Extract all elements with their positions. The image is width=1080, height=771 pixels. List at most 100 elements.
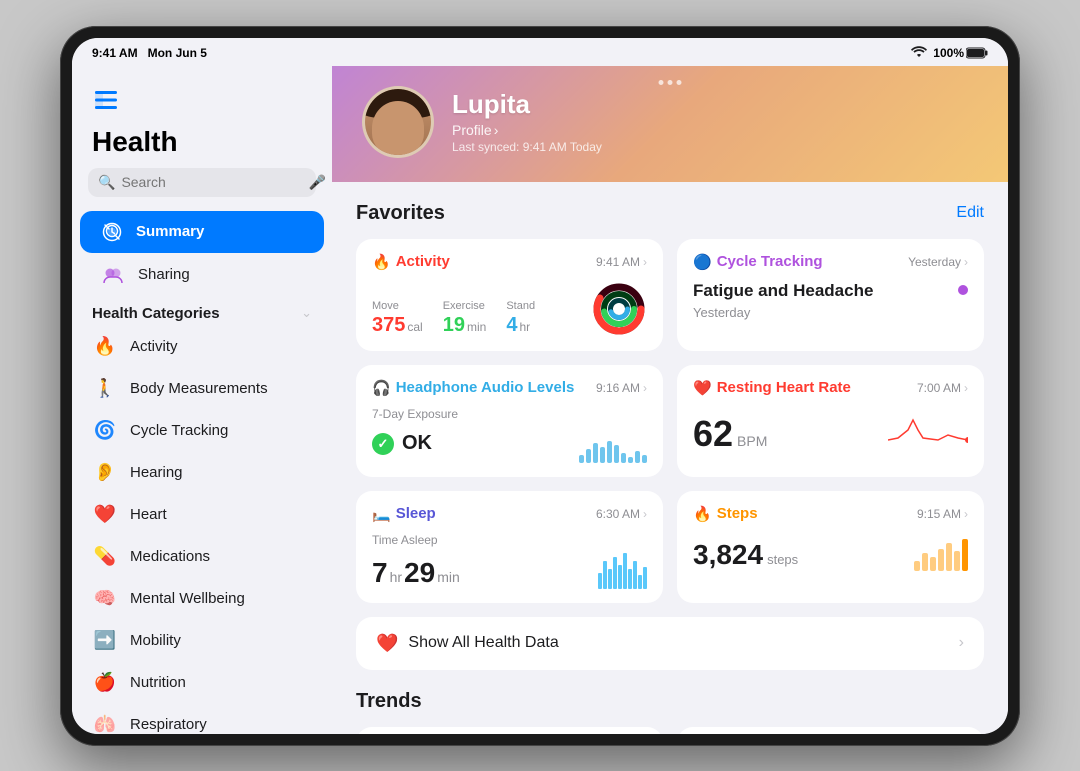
cycle-dot xyxy=(958,285,968,295)
status-time: 9:41 AM xyxy=(92,46,138,60)
trends-heading: Trends xyxy=(356,690,984,713)
sidebar-item-hearing[interactable]: 👂 Hearing xyxy=(72,452,332,494)
bpm-value: 62 xyxy=(693,413,733,455)
heart-icon: ❤️ xyxy=(92,502,118,528)
sleep-bar-10 xyxy=(643,567,647,589)
audio-bar-1 xyxy=(579,455,584,463)
steps-card-header: 🔥 Steps 9:15 AM › xyxy=(693,505,968,523)
heart-rate-icon: ❤️ xyxy=(693,379,712,397)
audio-bar-10 xyxy=(642,455,647,463)
exposure-label: 7-Day Exposure xyxy=(372,407,647,421)
sleep-bars xyxy=(598,553,647,589)
profile-link[interactable]: Profile › xyxy=(452,122,978,138)
move-label: Move xyxy=(372,300,423,312)
exercise-value: 19 xyxy=(443,314,465,337)
audio-bar-9 xyxy=(635,451,640,463)
sidebar-item-mobility[interactable]: ➡️ Mobility xyxy=(72,620,332,662)
sleep-card-icon: 🛏️ xyxy=(372,505,391,523)
steps-bar-4 xyxy=(938,549,944,571)
show-all-heart-icon: ❤️ xyxy=(376,633,398,654)
ok-text: OK xyxy=(402,432,432,455)
steps-card[interactable]: 🔥 Steps 9:15 AM › 3,824 xyxy=(677,491,984,603)
activity-stats: Move 375 cal Exercise xyxy=(372,281,647,337)
audio-status: ✓ OK xyxy=(372,432,432,455)
sidebar-item-medications[interactable]: 💊 Medications xyxy=(72,536,332,578)
trends-section: Trends 🔥 Exercise Minutes › xyxy=(356,690,984,734)
steps-bars xyxy=(914,539,968,571)
activity-card[interactable]: 🔥 Activity 9:41 AM › xyxy=(356,239,663,351)
sleep-bar-3 xyxy=(608,569,612,589)
sidebar-header xyxy=(72,78,332,126)
cycle-symptom: Fatigue and Headache xyxy=(693,281,873,301)
audio-chevron: › xyxy=(643,381,647,395)
hearing-icon: 👂 xyxy=(92,460,118,486)
dot-1 xyxy=(659,80,664,85)
sleep-bar-9 xyxy=(638,575,642,589)
show-all-chevron: › xyxy=(959,634,964,652)
activity-chevron: › xyxy=(643,255,647,269)
search-input[interactable] xyxy=(121,174,302,190)
steps-card-time: 9:15 AM › xyxy=(917,507,968,521)
sharing-label: Sharing xyxy=(138,266,190,283)
edit-button[interactable]: Edit xyxy=(956,204,984,222)
ok-badge: ✓ xyxy=(372,433,394,455)
sidebar-item-body-measurements[interactable]: 🚶 Body Measurements xyxy=(72,368,332,410)
avatar-face-inner xyxy=(372,101,424,155)
sharing-icon xyxy=(100,262,126,288)
cycle-chevron: › xyxy=(964,255,968,269)
app-body: Health 🔍 🎤 Summary xyxy=(72,66,1008,734)
steps-bar-6 xyxy=(954,551,960,571)
medications-icon: 💊 xyxy=(92,544,118,570)
mental-wellbeing-icon: 🧠 xyxy=(92,586,118,612)
sidebar-item-sharing[interactable]: Sharing xyxy=(80,253,324,297)
heart-label: Heart xyxy=(130,506,167,523)
cycle-icon: 🔵 xyxy=(693,253,712,271)
sidebar-item-heart[interactable]: ❤️ Heart xyxy=(72,494,332,536)
sleep-mins: 29 xyxy=(404,557,435,589)
sidebar-item-activity[interactable]: 🔥 Activity xyxy=(72,326,332,368)
sidebar-item-nutrition[interactable]: 🍎 Nutrition xyxy=(72,662,332,704)
search-bar[interactable]: 🔍 🎤 xyxy=(88,168,316,197)
categories-header: Health Categories ⌄ xyxy=(72,297,332,326)
sidebar-toggle-icon[interactable] xyxy=(92,86,120,114)
resting-heart-rate-card[interactable]: ❤️ Resting Heart Rate 7:00 AM › xyxy=(677,365,984,477)
heart-rate-card-time: 7:00 AM › xyxy=(917,381,968,395)
walking-heart-rate-trend[interactable]: ❤️ Walking Heart Rate Average › xyxy=(677,727,984,734)
activity-card-time: 9:41 AM › xyxy=(596,255,647,269)
battery-percent: 100% xyxy=(933,46,964,60)
activity-label: Activity xyxy=(130,338,178,355)
sleep-min-unit: min xyxy=(437,569,460,585)
cycle-card-header: 🔵 Cycle Tracking Yesterday › xyxy=(693,253,968,271)
sleep-bar-4 xyxy=(613,557,617,589)
sleep-bar-5 xyxy=(618,565,622,589)
steps-bar-2 xyxy=(922,553,928,571)
exercise-minutes-trend[interactable]: 🔥 Exercise Minutes › xyxy=(356,727,663,734)
mental-wellbeing-label: Mental Wellbeing xyxy=(130,590,245,607)
sidebar-item-mental-wellbeing[interactable]: 🧠 Mental Wellbeing xyxy=(72,578,332,620)
sidebar-item-cycle-tracking[interactable]: 🌀 Cycle Tracking xyxy=(72,410,332,452)
activity-ring xyxy=(591,281,647,337)
dot-3 xyxy=(677,80,682,85)
stat-group: Move 375 cal Exercise xyxy=(372,300,535,337)
exercise-label: Exercise xyxy=(443,300,487,312)
headphone-audio-card[interactable]: 🎧 Headphone Audio Levels 9:16 AM › 7-Day… xyxy=(356,365,663,477)
sleep-card[interactable]: 🛏️ Sleep 6:30 AM › Time Asleep xyxy=(356,491,663,603)
cycle-tracking-card[interactable]: 🔵 Cycle Tracking Yesterday › xyxy=(677,239,984,351)
mic-icon[interactable]: 🎤 xyxy=(308,174,325,191)
sleep-bar-2 xyxy=(603,561,607,589)
show-all-button[interactable]: ❤️ Show All Health Data › xyxy=(356,617,984,670)
nutrition-label: Nutrition xyxy=(130,674,186,691)
stand-label: Stand xyxy=(506,300,535,312)
ipad-screen: 9:41 AM Mon Jun 5 100% xyxy=(72,38,1008,734)
steps-bar-5 xyxy=(946,543,952,571)
audio-bars xyxy=(579,427,647,463)
bpm-unit: BPM xyxy=(737,433,767,449)
sidebar-item-summary[interactable]: Summary xyxy=(80,211,324,253)
steps-value: 3,824 xyxy=(693,539,763,571)
activity-card-header: 🔥 Activity 9:41 AM › xyxy=(372,253,647,271)
categories-chevron[interactable]: ⌄ xyxy=(301,305,312,321)
header-dots xyxy=(659,80,682,85)
sidebar-item-respiratory[interactable]: 🫁 Respiratory xyxy=(72,704,332,734)
respiratory-icon: 🫁 xyxy=(92,712,118,734)
exercise-stat: Exercise 19 min xyxy=(443,300,487,337)
